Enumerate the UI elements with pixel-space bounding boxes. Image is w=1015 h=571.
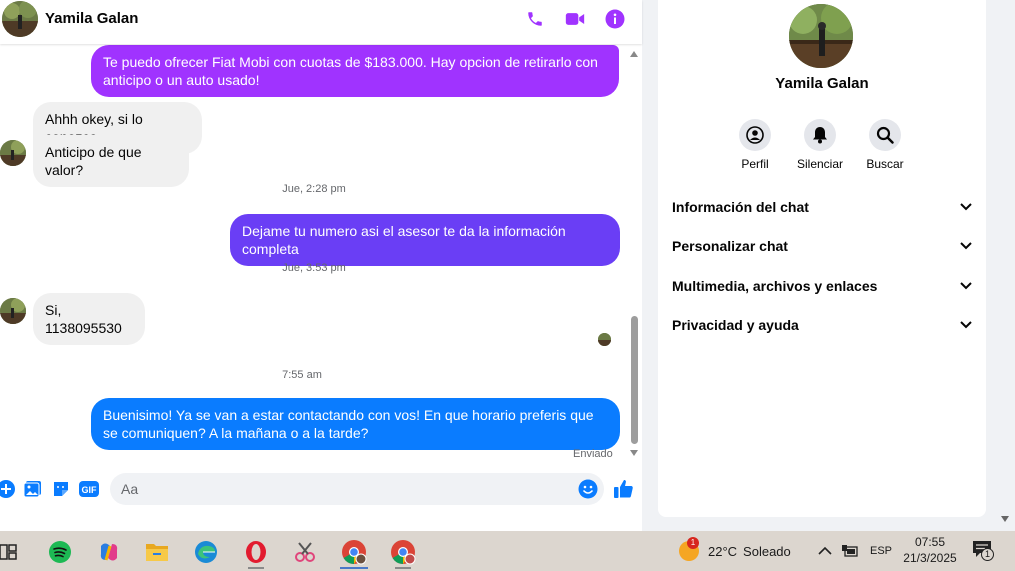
timestamp: Jue, 2:28 pm <box>282 183 346 195</box>
chevron-down-icon <box>960 203 972 211</box>
scroll-down-arrow[interactable] <box>630 450 638 456</box>
message-outgoing[interactable]: Buenisimo! Ya se van a estar contactando… <box>91 398 620 450</box>
chrome-icon[interactable] <box>334 535 374 569</box>
scrollbar-thumb[interactable] <box>631 316 638 444</box>
chevron-down-icon <box>960 242 972 250</box>
profile-action[interactable]: Perfil <box>720 119 790 171</box>
sender-avatar[interactable] <box>0 298 26 324</box>
search-icon[interactable] <box>869 119 901 151</box>
section-label: Multimedia, archivos y enlaces <box>672 278 878 294</box>
message-incoming[interactable]: Si, 1138095530 <box>33 293 145 345</box>
gif-icon[interactable]: GIF <box>79 479 99 499</box>
video-icon[interactable] <box>564 8 586 30</box>
clock-time: 07:55 <box>914 535 946 549</box>
clock-date: 21/3/2025 <box>903 551 957 565</box>
search-action-label: Buscar <box>866 157 904 171</box>
edge-icon[interactable] <box>186 535 226 569</box>
like-icon[interactable] <box>614 479 634 499</box>
svg-text:GIF: GIF <box>82 485 98 495</box>
info-icon[interactable] <box>604 8 626 30</box>
sun-icon: 1 <box>678 537 700 562</box>
seen-receipt-avatar <box>598 333 611 346</box>
profile-action-label: Perfil <box>741 157 769 171</box>
section-customize-chat[interactable]: Personalizar chat <box>672 236 972 256</box>
tray-chevron-icon[interactable] <box>818 531 832 571</box>
add-icon[interactable] <box>0 479 16 499</box>
chat-header: Yamila Galan <box>0 0 642 44</box>
section-privacy-help[interactable]: Privacidad y ayuda <box>672 315 972 335</box>
scroll-up-arrow[interactable] <box>630 51 638 57</box>
conversation-info-panel: Yamila Galan Perfil Silenciar Buscar Inf… <box>658 0 986 517</box>
timestamp: Jue, 3:53 pm <box>282 262 346 274</box>
contact-avatar[interactable] <box>2 1 38 37</box>
timestamp: 7:55 am <box>282 369 322 381</box>
weather-badge: 1 <box>687 537 699 549</box>
mute-action[interactable]: Silenciar <box>785 119 855 171</box>
mute-action-label: Silenciar <box>796 157 844 171</box>
opera-icon[interactable] <box>236 535 276 569</box>
sent-status: Enviado <box>573 448 613 460</box>
file-explorer-icon[interactable] <box>137 535 177 569</box>
section-label: Personalizar chat <box>672 238 788 254</box>
taskbar: 1 22°C Soleado ESP 07:55 21/3/2025 1 <box>0 531 1015 571</box>
profile-avatar[interactable] <box>789 4 853 68</box>
clock[interactable]: 07:55 21/3/2025 <box>896 534 964 566</box>
weather-widget[interactable]: 1 22°C Soleado <box>678 531 791 571</box>
profile-icon[interactable] <box>739 119 771 151</box>
section-label: Información del chat <box>672 199 809 215</box>
weather-temp: 22°C <box>708 543 738 559</box>
profile-name[interactable]: Yamila Galan <box>658 75 986 92</box>
sender-avatar[interactable] <box>0 140 26 166</box>
message-list[interactable]: Te puedo ofrecer Fiat Mobi con cuotas de… <box>0 44 628 464</box>
language-indicator[interactable]: ESP <box>870 531 892 571</box>
message-outgoing[interactable]: Dejame tu numero asi el asesor te da la … <box>230 214 620 266</box>
section-label: Privacidad y ayuda <box>672 317 799 333</box>
spotify-icon[interactable] <box>40 535 80 569</box>
section-media-files[interactable]: Multimedia, archivos y enlaces <box>672 276 972 296</box>
message-outgoing[interactable]: Te puedo ofrecer Fiat Mobi con cuotas de… <box>91 45 619 97</box>
contact-name[interactable]: Yamila Galan <box>45 10 138 27</box>
task-view-icon[interactable] <box>0 535 28 569</box>
composer: GIF <box>0 468 642 512</box>
search-action[interactable]: Buscar <box>850 119 920 171</box>
sticker-icon[interactable] <box>51 479 71 499</box>
phone-icon[interactable] <box>524 8 546 30</box>
page-scroll-down-arrow[interactable] <box>1001 516 1009 522</box>
battery-network-icon[interactable] <box>841 531 859 571</box>
emoji-icon[interactable] <box>578 479 598 499</box>
chrome-profile-icon[interactable] <box>383 535 423 569</box>
copilot-icon[interactable] <box>89 535 129 569</box>
message-incoming[interactable]: Anticipo de que valor? <box>33 135 189 187</box>
image-icon[interactable] <box>23 479 43 499</box>
section-chat-info[interactable]: Información del chat <box>672 197 972 217</box>
weather-condition: Soleado <box>743 543 791 559</box>
snipping-tool-icon[interactable] <box>285 535 325 569</box>
chevron-down-icon <box>960 282 972 290</box>
message-input[interactable] <box>110 473 604 505</box>
notifications-icon[interactable]: 1 <box>972 531 994 571</box>
chevron-down-icon <box>960 321 972 329</box>
chat-pane: Yamila Galan Te puedo ofrecer Fiat Mobi … <box>0 0 642 531</box>
bell-icon[interactable] <box>804 119 836 151</box>
notification-count: 1 <box>981 548 994 561</box>
